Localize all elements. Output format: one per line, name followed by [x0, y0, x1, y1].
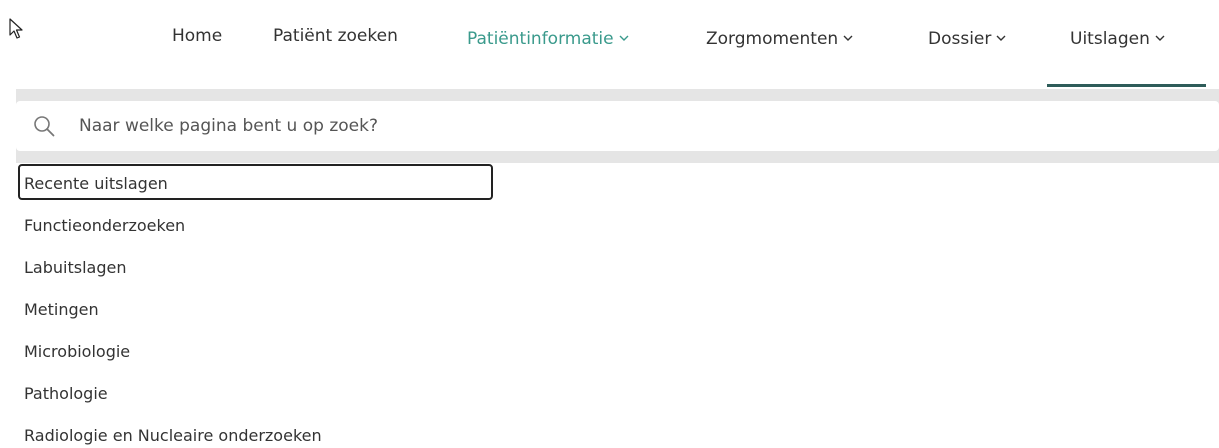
nav-zorgmomenten[interactable]: Zorgmomenten [706, 24, 853, 88]
nav-label: Patiënt zoeken [273, 26, 398, 46]
top-navigation: Home Patiënt zoeken Patiëntinformatie Zo… [0, 24, 1219, 88]
chevron-down-icon [996, 24, 1006, 48]
result-item-labuitslagen[interactable]: Labuitslagen [18, 247, 1219, 289]
search-input[interactable] [79, 111, 1179, 141]
result-item-metingen[interactable]: Metingen [18, 289, 1219, 331]
result-item-microbiologie[interactable]: Microbiologie [18, 331, 1219, 373]
nav-uitslagen[interactable]: Uitslagen [1047, 24, 1206, 88]
page: Home Patiënt zoeken Patiëntinformatie Zo… [0, 0, 1219, 448]
chevron-down-icon [619, 24, 629, 48]
nav-label: Patiëntinformatie [467, 29, 614, 49]
nav-patient-zoeken[interactable]: Patiënt zoeken [273, 24, 398, 88]
nav-label: Dossier [928, 29, 992, 49]
nav-label: Zorgmomenten [706, 29, 839, 49]
search-results-list: Recente uitslagen Functieonderzoeken Lab… [18, 163, 1219, 448]
nav-dossier[interactable]: Dossier [928, 24, 1006, 88]
search-box[interactable] [16, 101, 1219, 151]
chevron-down-icon [843, 24, 853, 48]
search-icon [34, 116, 55, 137]
nav-patientinformatie[interactable]: Patiëntinformatie [467, 24, 629, 88]
result-item-pathologie[interactable]: Pathologie [18, 373, 1219, 415]
nav-label: Home [172, 26, 223, 46]
nav-home[interactable]: Home [172, 24, 222, 88]
result-item-radiologie[interactable]: Radiologie en Nucleaire onderzoeken [18, 415, 1219, 448]
nav-label: Uitslagen [1070, 29, 1150, 49]
result-item-recente-uitslagen[interactable]: Recente uitslagen [18, 163, 1219, 205]
result-item-functieonderzoeken[interactable]: Functieonderzoeken [18, 205, 1219, 247]
chevron-down-icon [1155, 24, 1165, 48]
